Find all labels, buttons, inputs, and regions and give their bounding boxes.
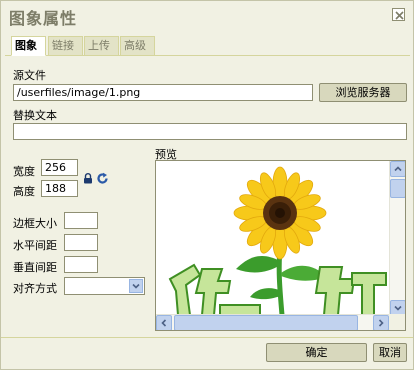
close-button[interactable] [392, 8, 405, 21]
preview-vertical-scrollbar[interactable] [389, 161, 405, 316]
tab-upload[interactable]: 上传 [84, 36, 119, 55]
footer-divider [1, 337, 413, 338]
height-input[interactable]: 188 [41, 180, 78, 197]
chevron-right-icon [378, 319, 384, 327]
dialog-title: 图象属性 [9, 9, 78, 28]
dialog-titlebar[interactable]: 图象属性 [1, 1, 413, 31]
lock-icon[interactable] [83, 173, 93, 184]
width-input[interactable]: 256 [41, 159, 78, 176]
tab-advanced[interactable]: 高级 [120, 36, 155, 55]
reset-size-icon[interactable] [96, 172, 109, 185]
border-size-label: 边框大小 [13, 217, 57, 230]
browse-server-button[interactable]: 浏览服务器 [319, 83, 407, 102]
preview-pane [155, 160, 406, 331]
cancel-button[interactable]: 取消 [373, 343, 407, 362]
vertical-scroll-thumb[interactable] [390, 179, 405, 198]
chevron-up-icon [394, 166, 402, 172]
horizontal-scroll-thumb[interactable] [174, 315, 358, 330]
preview-horizontal-scrollbar[interactable] [156, 314, 389, 330]
align-select[interactable] [64, 277, 145, 295]
vspace-input[interactable] [64, 256, 98, 273]
alt-text-label: 替换文本 [13, 109, 57, 122]
chevron-down-icon [394, 305, 402, 311]
source-label: 源文件 [13, 69, 46, 82]
vspace-label: 垂直间距 [13, 261, 57, 274]
align-label: 对齐方式 [13, 282, 57, 295]
scroll-up-button[interactable] [390, 161, 405, 177]
width-label: 宽度 [13, 165, 35, 178]
source-url-input[interactable]: /userfiles/image/1.png [13, 84, 313, 101]
chevron-down-icon [132, 283, 140, 289]
scroll-right-button[interactable] [373, 315, 389, 330]
ok-button[interactable]: 确定 [266, 343, 367, 362]
hspace-input[interactable] [64, 234, 98, 251]
scrollbar-corner [389, 314, 405, 330]
alt-text-input[interactable] [13, 123, 407, 140]
chevron-left-icon [161, 319, 167, 327]
hspace-label: 水平间距 [13, 239, 57, 252]
border-size-input[interactable] [64, 212, 98, 229]
scroll-left-button[interactable] [156, 315, 172, 330]
tab-link[interactable]: 链接 [48, 36, 83, 55]
close-icon [395, 11, 404, 20]
align-select-arrow[interactable] [129, 279, 143, 293]
height-label: 高度 [13, 185, 35, 198]
tab-image[interactable]: 图象 [11, 36, 46, 56]
sunflower-image [168, 166, 387, 315]
image-properties-dialog: 图象属性 图象 链接 上传 高级 源文件 /userfiles/image/1.… [0, 0, 414, 370]
